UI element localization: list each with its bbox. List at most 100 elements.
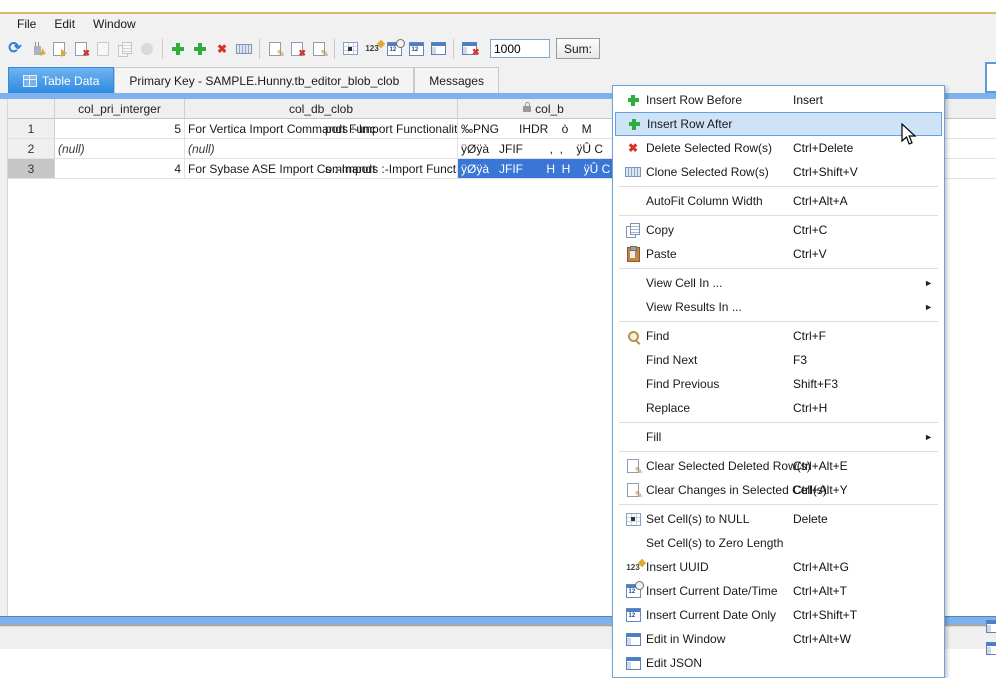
- menu-item-edit-in-window[interactable]: Edit in Window Ctrl+Alt+W: [615, 627, 942, 651]
- menu-item-view-results-in[interactable]: View Results In ... ►: [615, 295, 942, 319]
- copy-icon: [626, 223, 640, 238]
- delete-row-icon: ✖: [216, 41, 228, 56]
- grid-cell[interactable]: 5: [55, 119, 185, 139]
- insert-uuid-icon: 123: [365, 44, 379, 53]
- menu-item-delete-selected-rows[interactable]: ✖ Delete Selected Row(s) Ctrl+Delete: [615, 136, 942, 160]
- menu-item-shortcut: Insert: [793, 93, 824, 107]
- menu-item-insert-uuid[interactable]: 123 Insert UUID Ctrl+Alt+G: [615, 555, 942, 579]
- menu-separator: [619, 186, 938, 187]
- menu-item-insert-current-date-only[interactable]: 12 Insert Current Date Only Ctrl+Shift+T: [615, 603, 942, 627]
- grid-corner-cell[interactable]: [8, 99, 55, 119]
- tab-label: Messages: [429, 73, 484, 88]
- menu-item-set-cells-to-null[interactable]: Set Cell(s) to NULL Delete: [615, 507, 942, 531]
- grid-cell[interactable]: (null): [55, 139, 185, 159]
- close-results-button[interactable]: ✖: [458, 38, 480, 60]
- menu-item-copy[interactable]: Copy Ctrl+C: [615, 218, 942, 242]
- menu-item-find[interactable]: Find Ctrl+F: [615, 324, 942, 348]
- clear-deleted-rows-button[interactable]: [264, 38, 286, 60]
- grid-cell[interactable]: ÿØÿà JFIF , , ÿÛ C: [458, 139, 630, 159]
- insert-row-before-button[interactable]: [167, 38, 189, 60]
- menu-item-insert-row-before[interactable]: Insert Row Before Insert: [615, 88, 942, 112]
- copy-results-button[interactable]: [114, 38, 136, 60]
- menu-item-label: Find Next: [646, 353, 698, 367]
- menu-item-edit-json[interactable]: Edit JSON: [615, 651, 942, 675]
- menu-separator: [619, 321, 938, 322]
- menu-item-insert-current-datetime[interactable]: 12 Insert Current Date/Time Ctrl+Alt+T: [615, 579, 942, 603]
- insert-row-after-button[interactable]: [189, 38, 211, 60]
- grid-cell[interactable]: For Vertica Import Commands :-Import Fun…: [185, 119, 458, 139]
- edit-in-window-button[interactable]: [427, 38, 449, 60]
- window-top-strip: [0, 0, 996, 12]
- cancel-changes-icon: [75, 41, 90, 59]
- column-header-col-db-clob[interactable]: col_db_clob: [185, 99, 458, 119]
- insert-uuid-button[interactable]: 123: [361, 38, 383, 60]
- menu-item-clone-selected-rows[interactable]: Clone Selected Row(s) Ctrl+Shift+V: [615, 160, 942, 184]
- menu-edit[interactable]: Edit: [45, 16, 84, 32]
- clear-cell-changes-icon: [313, 41, 329, 60]
- menu-item-fill[interactable]: Fill ►: [615, 425, 942, 449]
- set-null-button[interactable]: [339, 38, 361, 60]
- menu-item-label: Paste: [646, 247, 677, 261]
- edit-json-icon: [625, 656, 641, 670]
- commit-changes-button[interactable]: [48, 38, 70, 60]
- menu-separator: [619, 268, 938, 269]
- edit-in-window-icon: [430, 42, 446, 55]
- submenu-arrow-icon: ►: [924, 302, 933, 312]
- menu-item-clear-selected-deleted-rows[interactable]: Clear Selected Deleted Row(s) Ctrl+Alt+E: [615, 454, 942, 478]
- menu-item-label: Set Cell(s) to NULL: [646, 512, 750, 526]
- grid-cell[interactable]: ‰PNG IHDR ò M: [458, 119, 630, 139]
- menu-item-shortcut: Ctrl+Alt+A: [793, 194, 848, 208]
- row-number-cell[interactable]: 2: [8, 139, 55, 159]
- menu-item-label: Edit in Window: [646, 632, 726, 646]
- refresh-button[interactable]: ⟳: [4, 38, 26, 60]
- copy-icon: [118, 41, 132, 57]
- menu-item-label: Find Previous: [646, 377, 720, 391]
- submenu-arrow-icon: ►: [924, 432, 933, 442]
- menu-window[interactable]: Window: [84, 16, 145, 32]
- tab-messages[interactable]: Messages: [414, 67, 499, 93]
- calendar-day-label: 12: [389, 46, 397, 53]
- grid-cell[interactable]: For Sybase ASE Import Commands :-Import …: [185, 159, 458, 179]
- save-results-button[interactable]: [92, 38, 114, 60]
- tab-table-data[interactable]: Table Data: [8, 67, 115, 93]
- menu-item-replace[interactable]: Replace Ctrl+H: [615, 396, 942, 420]
- toolbar-separator: [453, 38, 454, 59]
- menu-file[interactable]: File: [8, 16, 45, 32]
- column-header-col-pri-interger[interactable]: col_pri_interger: [55, 99, 185, 119]
- grid-cell[interactable]: 4: [55, 159, 185, 179]
- connect-button[interactable]: [26, 38, 48, 60]
- grid-cell[interactable]: (null): [185, 139, 458, 159]
- set-null-icon: [342, 42, 358, 55]
- row-number-cell-selected[interactable]: 3: [8, 159, 55, 179]
- clear-deleted-rows-icon: [269, 41, 285, 60]
- menu-item-set-cells-to-zero-length[interactable]: Set Cell(s) to Zero Length: [615, 531, 942, 555]
- menu-item-find-previous[interactable]: Find Previous Shift+F3: [615, 372, 942, 396]
- menu-item-find-next[interactable]: Find Next F3: [615, 348, 942, 372]
- menu-item-clear-changes-in-selected-cells[interactable]: Clear Changes in Selected Cell(s) Ctrl+A…: [615, 478, 942, 502]
- sum-button[interactable]: Sum:: [556, 38, 601, 59]
- grid-cell-selected[interactable]: ÿØÿà JFIF H H ÿÛ C: [458, 159, 630, 179]
- menu-item-label: Insert Current Date/Time: [646, 584, 778, 598]
- clone-row-button[interactable]: [233, 38, 255, 60]
- clear-all-changes-button[interactable]: [286, 38, 308, 60]
- clear-cell-changes-button[interactable]: [308, 38, 330, 60]
- menu-item-shortcut: Ctrl+Alt+W: [793, 632, 852, 646]
- insert-datetime-icon: 12: [386, 38, 405, 56]
- menu-item-shortcut: Ctrl+C: [793, 223, 828, 237]
- menu-item-label: AutoFit Column Width: [646, 194, 763, 208]
- column-header-col-blob[interactable]: col_b: [458, 99, 630, 119]
- menu-item-shortcut: Ctrl+Shift+V: [793, 165, 858, 179]
- row-limit-input[interactable]: [490, 39, 550, 58]
- delete-row-button[interactable]: ✖: [211, 38, 233, 60]
- tab-primary-key[interactable]: Primary Key - SAMPLE.Hunny.tb_editor_blo…: [114, 67, 415, 93]
- menu-item-autofit-column-width[interactable]: AutoFit Column Width Ctrl+Alt+A: [615, 189, 942, 213]
- menu-item-view-cell-in[interactable]: View Cell In ... ►: [615, 271, 942, 295]
- insert-date-button[interactable]: 12: [405, 38, 427, 60]
- save-icon: [97, 41, 109, 56]
- stop-button[interactable]: [136, 38, 158, 60]
- insert-datetime-button[interactable]: 12: [383, 38, 405, 60]
- row-number-cell[interactable]: 1: [8, 119, 55, 139]
- menu-item-paste[interactable]: Paste Ctrl+V: [615, 242, 942, 266]
- menu-item-insert-row-after[interactable]: Insert Row After: [615, 112, 942, 136]
- cancel-changes-button[interactable]: [70, 38, 92, 60]
